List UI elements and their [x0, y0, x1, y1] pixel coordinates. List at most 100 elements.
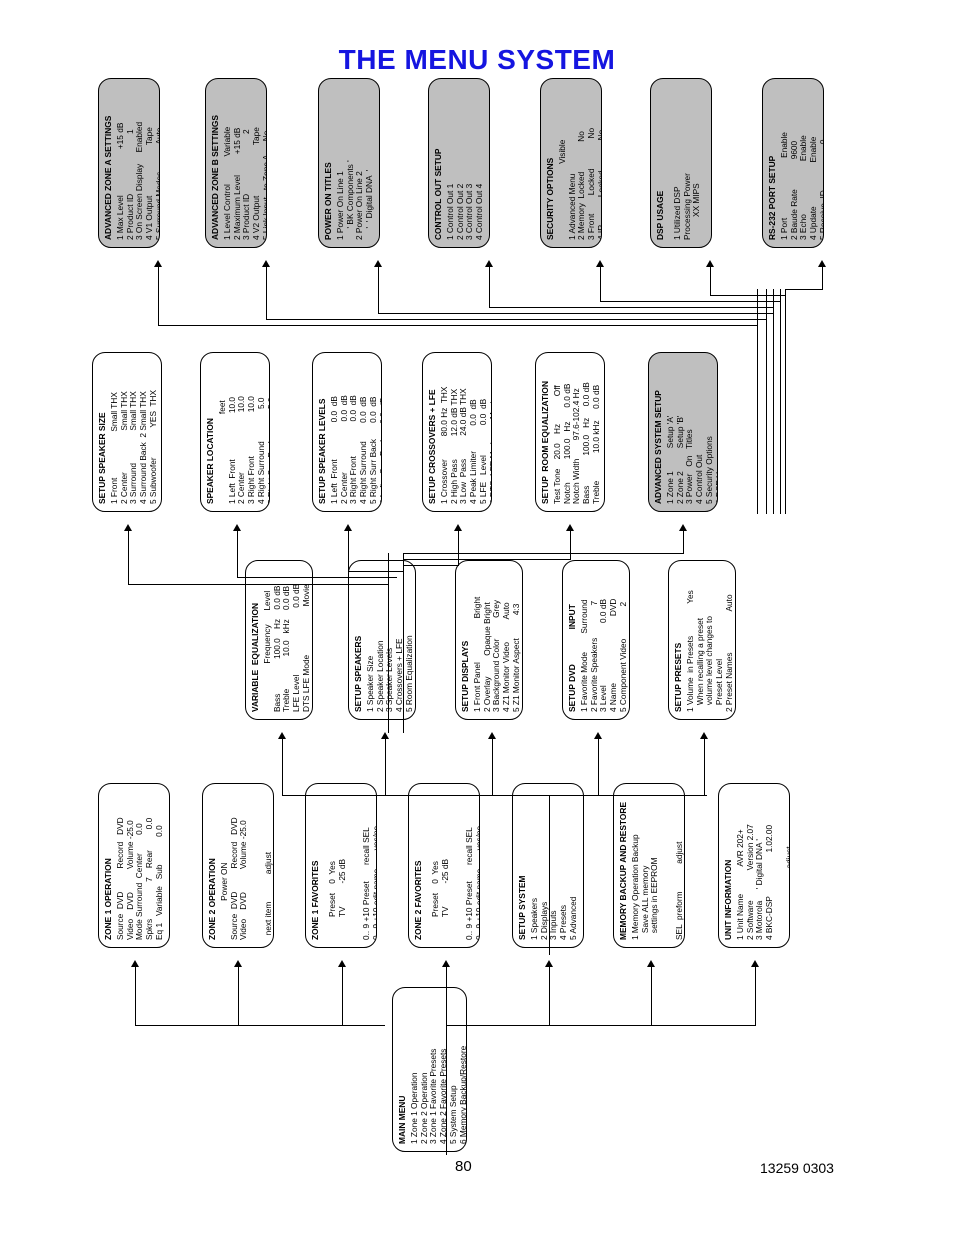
connector-line [651, 966, 653, 1026]
box-footer: 0.. 9 +10 edit name yes/no [474, 825, 480, 940]
box-footer: 0.. 9 +10 edit name yes/no [371, 825, 377, 940]
connector-line [403, 553, 405, 733]
menu-box-dsp-usage[interactable]: DSP USAGE 1 Utilized DSP Processing Powe… [650, 78, 712, 248]
connector-line [266, 319, 766, 321]
box-row: When saving a preset [733, 624, 736, 706]
connector-line [237, 577, 397, 579]
box-row: 5 Surround Modes Auto [154, 127, 160, 240]
box-header: MEMORY BACKUP AND RESTORE [618, 801, 628, 940]
box-header: MAIN MENU [397, 1095, 407, 1144]
menu-box-setup-speaker-size[interactable]: SETUP SPEAKER SIZE 1 Front Small THX 2 C… [92, 352, 162, 512]
connector-arrow-icon [262, 260, 270, 267]
connector-line [598, 738, 600, 796]
menu-box-security-options[interactable]: SECURITY OPTIONS Visible 1 Advanced Menu… [540, 78, 602, 248]
menu-box-main-menu[interactable]: MAIN MENU 1 Zone 1 Operation 2 Zone 2 Op… [392, 987, 467, 1152]
box-row: 4 Control Out 4 [474, 183, 485, 240]
box-row: 4 IR Locked No [596, 129, 602, 240]
connector-line [492, 738, 494, 796]
menu-box-unit-information[interactable]: UNIT INFORMATION 1 Unit Name AVR 202+ 2 … [718, 783, 790, 948]
box-header: VARIABLE EQUALIZATION [250, 602, 260, 712]
box-header: DSP USAGE [655, 190, 665, 240]
menu-box-setup-dvd[interactable]: SETUP DVD INPUT 1 Favorite Mode Surround… [562, 560, 630, 720]
box-row: 5 Subwoofer YES THX [148, 389, 159, 504]
connector-line [458, 530, 460, 566]
connector-arrow-icon [706, 260, 714, 267]
connector-line [128, 584, 388, 586]
page-number: 80 [455, 1158, 472, 1175]
connector-line [766, 289, 768, 514]
connector-arrow-icon [566, 524, 574, 531]
menu-box-setup-room-equalization[interactable]: SETUP ROOM EQUALIZATION Test Tone 20.0 H… [535, 352, 605, 512]
connector-line [489, 266, 491, 308]
page-title: THE MENU SYSTEM [338, 44, 616, 75]
box-header: ZONE 2 OPERATION [207, 858, 217, 940]
box-header: SETUP SYSTEM [517, 875, 527, 940]
connector-arrow-icon [278, 732, 286, 739]
box-row: 5 Z1 Monitor Aspect 4:3 [511, 603, 522, 712]
box-row: ' ' Digital DNA ' [364, 169, 375, 240]
box-header: SETUP DISPLAYS [460, 640, 470, 712]
box-footer: adjust [784, 846, 790, 869]
connector-line [780, 289, 782, 514]
connector-arrow-icon [338, 960, 346, 967]
box-row: 6 DSP Usage [713, 453, 718, 504]
box-header: UNIT INFORMATION [723, 859, 733, 940]
box-row: 5 Right Surr Back 5.0 [265, 397, 270, 504]
box-header: POWER ON TITLES [323, 162, 333, 240]
menu-box-power-on-titles[interactable]: POWER ON TITLES 1 Power On Line 1 ' BK C… [318, 78, 380, 248]
menu-box-advanced-zone-a-settings[interactable]: ADVANCED ZONE A SETTINGS 1 Max Level +15… [98, 78, 160, 248]
connector-arrow-icon [124, 524, 132, 531]
menu-box-setup-system[interactable]: SETUP SYSTEM 1 Speakers 2 Displays 3 Inp… [512, 783, 584, 948]
menu-box-advanced-system-setup[interactable]: ADVANCED SYSTEM SETUP 1 Zone 1 Setup 'A'… [648, 352, 718, 512]
box-header: CONTROL OUT SETUP [433, 148, 443, 240]
connector-line [135, 1025, 385, 1027]
box-row: 6 DTS LFE Mode Movie [487, 397, 492, 504]
menu-box-setup-displays[interactable]: SETUP DISPLAYS 1 Front Panel Bright 2 Ov… [455, 560, 523, 720]
menu-box-setup-presets[interactable]: SETUP PRESETS 1 Volume in Presets Yes Wh… [668, 560, 736, 720]
box-header: SETUP DVD INPUT [567, 604, 577, 712]
box-header: ZONE 2 FAVORITES [413, 860, 423, 940]
connector-arrow-icon [374, 260, 382, 267]
menu-box-setup-speaker-levels[interactable]: SETUP SPEAKER LEVELS 1 Left Front 0.0 dB… [312, 352, 382, 512]
box-header: SETUP SPEAKERS [353, 635, 363, 712]
connector-line [135, 966, 137, 1026]
connector-line [282, 738, 284, 796]
connector-line [128, 530, 130, 585]
connector-arrow-icon [700, 732, 708, 739]
connector-arrow-icon [647, 960, 655, 967]
connector-line [785, 289, 823, 291]
menu-box-speaker-location[interactable]: SPEAKER LOCATION feet 1 Left Front 10.0 … [200, 352, 270, 512]
menu-box-advanced-zone-b-settings[interactable]: ADVANCED ZONE B SETTINGS 1 Level Control… [205, 78, 267, 248]
connector-line [570, 530, 572, 560]
connector-line [446, 1025, 756, 1027]
connector-line [773, 289, 775, 514]
menu-box-zone-1-operation[interactable]: ZONE 1 OPERATION Source DVD Record DVD V… [98, 783, 170, 948]
connector-line [600, 301, 780, 303]
menu-box-zone-2-operation[interactable]: ZONE 2 OPERATION Power ON Source DVD Rec… [202, 783, 274, 948]
part-number: 13259 0303 [760, 1160, 834, 1176]
connector-line [710, 266, 712, 296]
box-row: 5 Room Equalization [404, 635, 415, 712]
menu-box-setup-crossovers-lfe[interactable]: SETUP CROSSOVERS + LFE 1 Crossover 80.0 … [422, 352, 492, 512]
menu-box-memory-backup-and-restore[interactable]: MEMORY BACKUP AND RESTORE 1 Memory Opera… [613, 783, 685, 948]
connector-line [403, 565, 458, 567]
box-header: SETUP PRESETS [673, 642, 683, 712]
box-header: ADVANCED ZONE A SETTINGS [103, 115, 113, 240]
connector-line [266, 266, 268, 320]
menu-box-control-out-setup[interactable]: CONTROL OUT SETUP 1 Control Out 1 2 Cont… [428, 78, 490, 248]
connector-arrow-icon [344, 524, 352, 531]
box-row: settings in EEPROM [649, 857, 660, 940]
box-row: Video DVD Volume -25.0 [238, 820, 249, 940]
menu-box-rs232-port-setup[interactable]: RS-232 PORT SETUP 1 Port Enable 2 Baude … [762, 78, 824, 248]
menu-box-zone-1-favorites[interactable]: ZONE 1 FAVORITES Preset 0 Yes TV -25 dB … [305, 783, 377, 948]
connector-line [378, 313, 773, 315]
box-row: 5 Advanced [568, 896, 579, 940]
box-header: SETUP SPEAKER SIZE [97, 412, 107, 504]
menu-box-zone-2-favorites[interactable]: ZONE 2 FAVORITES Preset 0 Yes TV -25 dB … [408, 783, 480, 948]
connector-line [282, 795, 707, 797]
connector-line [342, 966, 344, 1026]
